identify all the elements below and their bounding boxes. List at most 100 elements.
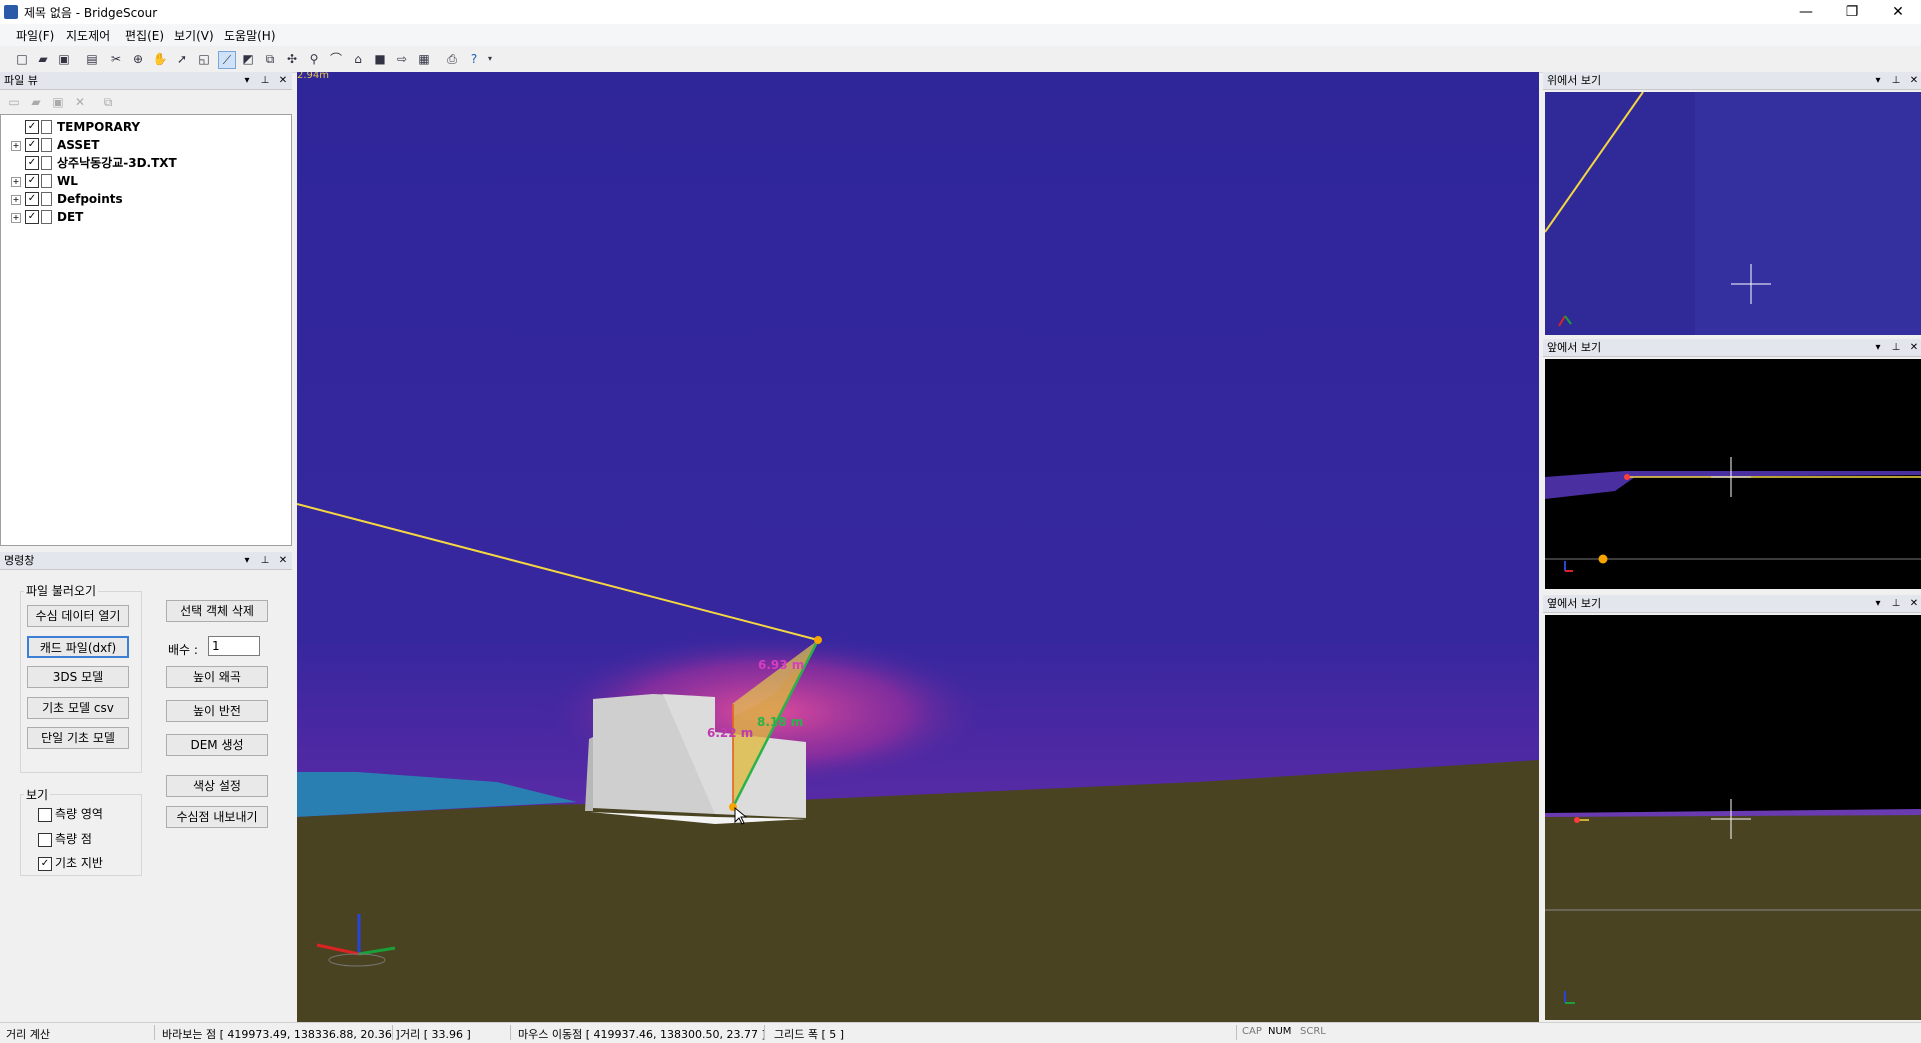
pin-icon[interactable]: ⊥ [1889,339,1903,357]
pin-icon[interactable]: ⊥ [258,72,272,90]
status-look-point: 바라보는 점 [ 419973.49, 138336.88, 20.36 ] [162,1028,400,1041]
close-icon[interactable]: ✕ [1907,339,1921,357]
new-file-icon[interactable]: □ [14,51,30,67]
height-invert-button[interactable]: 높이 반전 [166,700,268,722]
save-icon[interactable]: ▣ [50,94,66,110]
checkbox-icon[interactable] [38,807,52,822]
print-icon[interactable]: ⎙ [444,51,460,67]
side-view-viewport[interactable] [1545,615,1921,1020]
main-3d-viewport[interactable]: 6.93 m 6.22 m 8.18 m 2.94m [297,72,1539,1022]
menu-view[interactable]: 보기(V) [170,27,218,44]
polyline-icon[interactable]: ⌒ [328,51,344,67]
measure-label: 6.93 m [758,658,804,672]
toolbar-overflow-icon[interactable]: ▾ [486,51,494,67]
dropdown-icon[interactable]: ▾ [1871,72,1885,90]
maximize-button[interactable]: ❐ [1829,0,1875,24]
close-icon[interactable]: ✕ [1907,72,1921,90]
expand-icon[interactable]: + [11,213,21,223]
file-tree: ✓ TEMPORARY + ✓ ASSET ✓ 상주낙동강교-3D.TXT + … [0,114,292,546]
checkbox-icon[interactable]: ✓ [25,210,39,224]
checkbox-icon[interactable]: ✓ [25,156,39,170]
top-view-viewport[interactable] [1545,92,1921,335]
pin-icon[interactable]: ⊥ [1889,72,1903,90]
dropdown-icon[interactable]: ▾ [1871,339,1885,357]
height-distort-button[interactable]: 높이 왜곡 [166,666,268,688]
status-mode: 거리 계산 [6,1028,50,1041]
save-icon[interactable]: ▣ [56,51,72,67]
export-depth-points-button[interactable]: 수심점 내보내기 [166,806,268,828]
marker-point [1598,554,1608,564]
checkbox-icon[interactable]: ✓ [25,138,39,152]
checkbox-icon[interactable]: ✓ [25,192,39,206]
marker-point [1574,817,1580,823]
dropdown-icon[interactable]: ▾ [240,72,254,90]
dropdown-icon[interactable]: ▾ [240,552,254,570]
pin-icon[interactable]: ⊥ [258,552,272,570]
survey-area-checkbox[interactable]: 측량 영역 [38,806,103,822]
checkbox-icon[interactable]: ✓ [25,120,39,134]
open-folder-icon[interactable]: ▰ [35,51,51,67]
survey-point-checkbox[interactable]: 측량 점 [38,831,92,847]
multiplier-label: 배수 : [168,643,198,657]
node-icon[interactable]: ✣ [284,51,300,67]
multiplier-input[interactable] [208,636,260,656]
close-button[interactable]: ✕ [1875,0,1921,24]
target-icon[interactable]: ⊕ [130,51,146,67]
export-icon[interactable]: ⇨ [394,51,410,67]
house-icon[interactable]: ⌂ [350,51,366,67]
folder-icon[interactable]: ▰ [28,94,44,110]
expand-icon[interactable]: + [11,141,21,151]
layers-icon[interactable]: ▤ [84,51,100,67]
checkbox-icon[interactable]: ✓ [38,856,52,871]
single-foundation-button[interactable]: 단일 기초 모델 [27,727,129,749]
menu-bar: 파일(F) 지도제어 편집(E) 보기(V) 도움말(H) [0,24,1921,46]
expand-icon[interactable]: + [11,195,21,205]
minimize-button[interactable]: — [1783,0,1829,24]
open-depth-data-button[interactable]: 수심 데이터 열기 [27,605,129,627]
top-view-title: 위에서 보기 [1547,74,1602,87]
num-lock-indicator: NUM [1268,1026,1292,1037]
foundation-csv-button[interactable]: 기초 모델 csv [27,697,129,719]
file-open-icon[interactable]: ▭ [6,94,22,110]
copy-icon[interactable]: ⧉ [100,94,116,110]
close-icon[interactable]: ✕ [1907,595,1921,613]
load-group-label: 파일 불러오기 [24,582,99,599]
area-icon[interactable]: ◩ [240,51,256,67]
delete-icon[interactable]: ✕ [72,94,88,110]
select-arrow-icon[interactable]: ➚ [174,51,190,67]
expand-icon[interactable]: + [11,177,21,187]
document-icon [41,192,52,206]
menu-help[interactable]: 도움말(H) [220,27,280,44]
layers-stack-icon[interactable]: ▦ [416,51,432,67]
pin-icon[interactable]: ⚲ [306,51,322,67]
3ds-model-button[interactable]: 3DS 모델 [27,666,129,688]
menu-file[interactable]: 파일(F) [12,27,58,44]
close-icon[interactable]: ✕ [276,552,290,570]
checkbox-icon[interactable]: ✓ [25,174,39,188]
side-view-title: 옆에서 보기 [1547,597,1602,610]
close-icon[interactable]: ✕ [276,72,290,90]
pin-icon[interactable]: ⊥ [1889,595,1903,613]
dropdown-icon[interactable]: ▾ [1871,595,1885,613]
scroll-lock-indicator: SCRL [1300,1026,1326,1037]
menu-map-control[interactable]: 지도제어 [62,27,114,44]
zoom-window-icon[interactable]: ◱ [196,51,212,67]
checkbox-icon[interactable] [38,832,52,847]
dem-generate-button[interactable]: DEM 생성 [166,734,268,756]
delete-selected-button[interactable]: 선택 객체 삭제 [166,600,268,622]
box-icon[interactable]: ■ [372,51,388,67]
measure-distance-icon[interactable]: ⟋ [218,51,236,69]
color-settings-button[interactable]: 색상 설정 [166,775,268,797]
front-view-viewport[interactable] [1545,359,1921,589]
pan-hand-icon[interactable]: ✋ [152,51,168,67]
foundation-ground-checkbox[interactable]: ✓ 기초 지반 [38,855,103,871]
app-icon [4,5,18,19]
measure-point-top[interactable] [814,636,822,644]
cad-file-button[interactable]: 캐드 파일(dxf) [27,636,129,658]
menu-edit[interactable]: 편집(E) [121,27,168,44]
cut-icon[interactable]: ✂ [108,51,124,67]
copy-icon[interactable]: ⧉ [262,51,278,67]
document-icon [41,120,52,134]
help-icon[interactable]: ? [466,51,482,67]
top-view-header: 위에서 보기 ▾ ⊥ ✕ [1543,72,1921,90]
